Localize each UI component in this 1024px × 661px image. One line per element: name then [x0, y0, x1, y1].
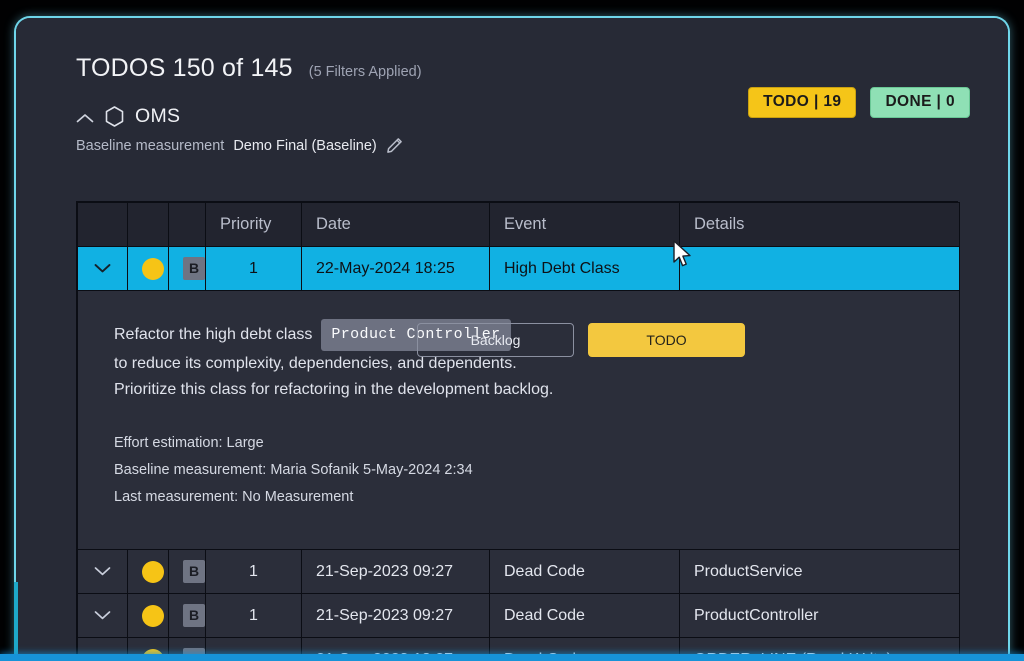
row-status [127, 549, 169, 594]
row-details: ProductService [679, 549, 960, 594]
column-header-priority[interactable]: Priority [205, 202, 302, 247]
table-row[interactable]: B 1 21-Sep-2023 09:27 Dead Code ProductC… [77, 593, 960, 638]
detail-effort-estimation: Effort estimation: Large [114, 435, 264, 452]
table-row[interactable]: B 1 22-May-2024 18:25 High Debt Class [77, 246, 960, 291]
detail-description-line-3: Prioritize this class for refactoring in… [114, 381, 554, 399]
backlog-button[interactable]: Backlog [417, 323, 574, 357]
row-event: High Debt Class [489, 246, 680, 291]
detail-panel: Refactor the high debt class Product Con… [92, 301, 945, 539]
table-row[interactable]: B 1 21-Sep-2023 09:27 Dead Code ProductS… [77, 549, 960, 594]
column-header-date[interactable]: Date [301, 202, 490, 247]
row-date: 22-May-2024 18:25 [301, 246, 490, 291]
row-priority: 1 [205, 549, 302, 594]
row-date: 21-Sep-2023 09:27 [301, 593, 490, 638]
row-expand-toggle[interactable] [77, 549, 128, 594]
row-details: ProductController [679, 593, 960, 638]
page-header: TODOS 150 of 145 (5 Filters Applied) [16, 18, 1008, 83]
status-badge-done[interactable]: DONE | 0 [870, 87, 970, 118]
baseline-measurement-label: Baseline measurement [76, 137, 225, 154]
row-priority: 1 [205, 246, 302, 291]
yellow-dot-icon [142, 257, 164, 280]
row-expand-toggle[interactable] [77, 593, 128, 638]
app-window: TODOS 150 of 145 (5 Filters Applied) OMS… [14, 16, 1010, 657]
bottom-glow-bar [0, 654, 1024, 661]
row-status [127, 593, 169, 638]
row-date: 21-Sep-2023 09:27 [301, 549, 490, 594]
detail-action-buttons: Backlog TODO [417, 323, 745, 357]
baseline-measurement-value: Demo Final (Baseline) [233, 137, 377, 154]
group-subtitle: Baseline measurement Demo Final (Baselin… [76, 137, 1008, 154]
yellow-dot-icon [142, 604, 164, 627]
column-header-flag [168, 202, 206, 247]
column-header-details[interactable]: Details [679, 202, 960, 247]
row-event: Dead Code [489, 593, 680, 638]
row-expand-toggle[interactable] [77, 246, 128, 291]
row-status [127, 246, 169, 291]
chevron-down-icon[interactable] [94, 563, 111, 575]
expanded-detail-row: Refactor the high debt class Product Con… [77, 290, 960, 550]
todos-table: Priority Date Event Details B 1 22-May-2… [76, 201, 960, 657]
group-name: OMS [135, 105, 181, 127]
row-flag: B [168, 549, 206, 594]
status-badges: TODO | 19 DONE | 0 [748, 87, 970, 118]
pencil-icon[interactable] [386, 137, 403, 154]
filters-applied-label[interactable]: (5 Filters Applied) [309, 64, 422, 80]
column-header-status [127, 202, 169, 247]
row-priority: 1 [205, 593, 302, 638]
chevron-up-icon[interactable] [76, 111, 94, 123]
yellow-dot-icon [142, 560, 164, 583]
detail-baseline-measurement: Baseline measurement: Maria Sofanik 5-Ma… [114, 461, 473, 478]
left-glow-edge [14, 582, 18, 654]
status-badge-todo[interactable]: TODO | 19 [748, 87, 857, 118]
page-title: TODOS 150 of 145 [76, 54, 293, 82]
chevron-down-icon[interactable] [94, 260, 111, 272]
row-event: Dead Code [489, 549, 680, 594]
expanded-detail-cell: Refactor the high debt class Product Con… [77, 290, 960, 550]
row-flag: B [168, 246, 206, 291]
group-block: OMS Baseline measurement Demo Final (Bas… [16, 83, 1008, 154]
row-details [679, 246, 960, 291]
column-header-expand [77, 202, 128, 247]
todo-button[interactable]: TODO [588, 323, 745, 357]
column-header-event[interactable]: Event [489, 202, 680, 247]
detail-desc-prefix: Refactor the high debt class [114, 326, 313, 344]
detail-last-measurement: Last measurement: No Measurement [114, 488, 354, 505]
chevron-down-icon[interactable] [94, 607, 111, 619]
table-header-row: Priority Date Event Details [77, 202, 960, 247]
hexagon-icon [105, 106, 124, 127]
detail-metadata: Effort estimation: Large Baseline measur… [114, 430, 923, 510]
page-content: TODOS 150 of 145 (5 Filters Applied) OMS… [16, 18, 1008, 657]
row-flag: B [168, 593, 206, 638]
